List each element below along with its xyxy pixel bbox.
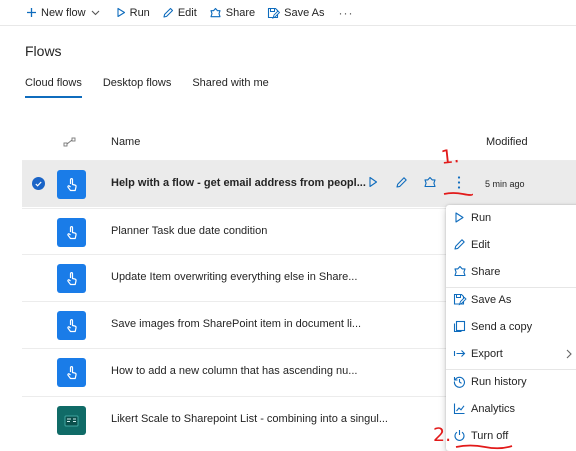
share-icon — [453, 265, 467, 278]
run-label: Run — [129, 6, 150, 19]
menu-item-label: Analytics — [471, 403, 516, 415]
play-icon[interactable] — [368, 176, 378, 188]
menu-item-label: Turn off — [471, 430, 509, 442]
edit-button[interactable]: Edit — [162, 7, 197, 19]
more-icon[interactable]: ··· — [339, 6, 354, 20]
annotation-step-2: 2. — [433, 424, 452, 446]
chevron-down-icon[interactable] — [91, 10, 100, 16]
menu-item-save-as[interactable]: Save As — [446, 287, 576, 314]
flow-type-column-icon — [63, 137, 77, 147]
pencil-icon[interactable] — [395, 176, 408, 189]
annotation-underline — [455, 444, 513, 450]
history-icon — [453, 375, 466, 388]
tab-shared-with-me[interactable]: Shared with me — [192, 77, 268, 98]
analytics-icon — [453, 402, 466, 415]
share-label: Share — [225, 6, 256, 19]
share-icon — [209, 7, 222, 19]
play-icon — [453, 211, 465, 224]
tab-list: Cloud flows Desktop flows Shared with me — [25, 77, 290, 98]
touch-icon — [57, 311, 86, 340]
touch-icon — [57, 358, 86, 387]
flow-name[interactable]: Update Item overwriting everything else … — [111, 271, 357, 283]
touch-icon — [57, 264, 86, 293]
menu-item-analytics[interactable]: Analytics — [446, 396, 576, 423]
annotation-underline — [443, 192, 473, 196]
flow-name[interactable]: Likert Scale to Sharepoint List - combin… — [111, 413, 388, 425]
menu-item-label: Edit — [471, 239, 490, 251]
flow-name[interactable]: Planner Task due date condition — [111, 225, 267, 237]
plus-icon — [26, 7, 37, 18]
table-row[interactable]: Help with a flow - get email address fro… — [22, 160, 576, 207]
column-header-modified[interactable]: Modified — [486, 136, 528, 148]
pencil-icon — [162, 7, 174, 19]
menu-item-edit[interactable]: Edit — [446, 232, 576, 259]
menu-item-label: Share — [471, 266, 501, 278]
pencil-icon — [453, 238, 466, 251]
tab-desktop-flows[interactable]: Desktop flows — [103, 77, 171, 98]
menu-item-send-a-copy[interactable]: Send a copy — [446, 314, 576, 341]
menu-item-run-history[interactable]: Run history — [446, 369, 576, 396]
checkmark-icon[interactable] — [32, 177, 45, 190]
touch-icon — [57, 218, 86, 247]
run-button[interactable]: Run — [116, 7, 150, 19]
menu-item-label: Run — [471, 212, 492, 224]
new-flow-label: New flow — [41, 6, 86, 19]
command-bar: New flow Run Edit Share Save As ··· — [0, 0, 576, 26]
edit-label: Edit — [177, 6, 197, 19]
more-vertical-icon[interactable] — [456, 175, 462, 190]
share-icon[interactable] — [423, 176, 437, 189]
annotation-step-1: 1. — [439, 145, 461, 169]
export-icon — [453, 347, 466, 360]
context-menu: Run Edit Share Save As Send a copy Expor… — [446, 205, 576, 451]
menu-item-label: Run history — [471, 376, 527, 388]
menu-item-label: Save As — [471, 294, 512, 306]
forms-icon — [57, 406, 86, 435]
save-as-button[interactable]: Save As — [267, 6, 325, 19]
column-header-name[interactable]: Name — [111, 136, 140, 148]
touch-icon — [57, 170, 86, 199]
save-as-icon — [453, 293, 467, 306]
flow-name[interactable]: How to add a new column that has ascendi… — [111, 365, 357, 377]
flow-name[interactable]: Help with a flow - get email address fro… — [111, 177, 366, 189]
menu-item-label: Export — [471, 348, 503, 360]
tab-cloud-flows[interactable]: Cloud flows — [25, 77, 82, 98]
send-copy-icon — [453, 320, 466, 333]
flow-name[interactable]: Save images from SharePoint item in docu… — [111, 318, 361, 330]
save-as-label: Save As — [284, 6, 325, 19]
new-flow-button[interactable]: New flow — [26, 7, 104, 19]
menu-item-share[interactable]: Share — [446, 259, 576, 286]
menu-item-label: Send a copy — [471, 321, 533, 333]
play-icon — [116, 7, 126, 18]
save-as-icon — [267, 7, 281, 19]
modified-time: 5 min ago — [485, 179, 525, 189]
menu-item-run[interactable]: Run — [446, 205, 576, 232]
menu-item-export[interactable]: Export — [446, 341, 576, 368]
chevron-right-icon — [566, 349, 572, 359]
power-icon — [453, 429, 466, 442]
share-button[interactable]: Share — [209, 7, 255, 19]
page-title: Flows — [25, 43, 62, 59]
